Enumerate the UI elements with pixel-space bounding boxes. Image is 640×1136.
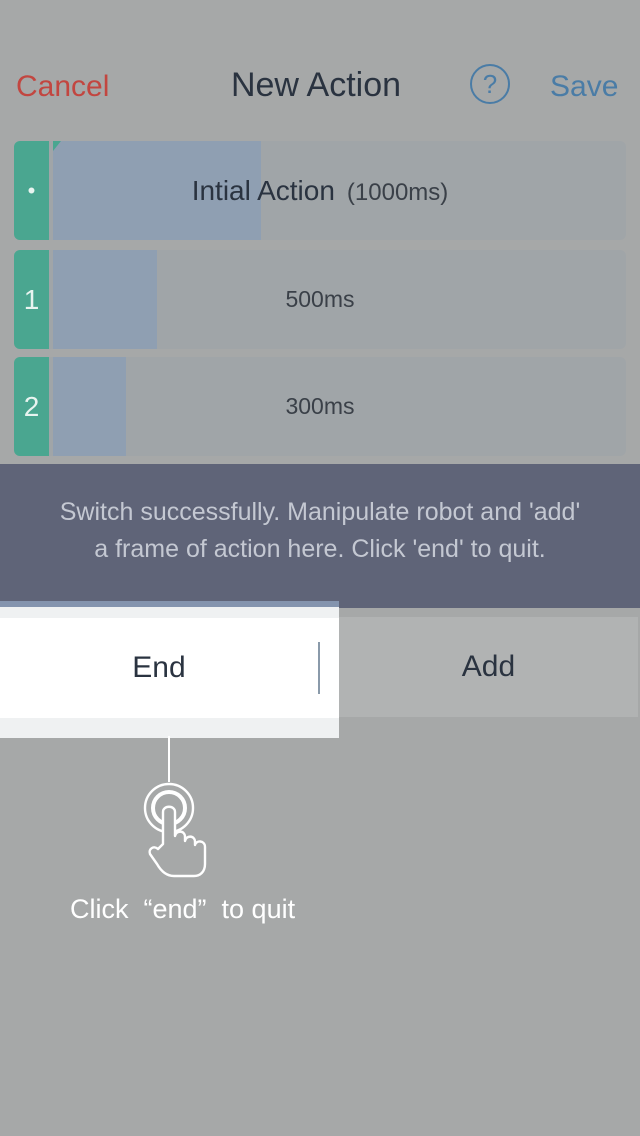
action-duration: 500ms [285,286,355,312]
hint-banner-line-1: Switch successfully. Manipulate robot an… [59,498,581,526]
screen: Cancel New Action ? Save • Intial Action… [0,0,640,1136]
end-button-label: End [132,651,186,684]
help-icon[interactable]: ? [470,64,510,104]
hint-banner-line-2: a frame of action here. Click 'end' to q… [94,535,546,563]
action-row-2[interactable]: 2 300ms [14,357,626,456]
button-divider [318,642,320,694]
action-row-initial[interactable]: • Intial Action (1000ms) [14,141,626,240]
action-duration: 300ms [285,393,355,419]
hint-connector-line [168,736,170,782]
action-duration: (1000ms) [346,179,449,206]
action-row-1[interactable]: 1 500ms [14,250,626,349]
tap-hand-icon [138,778,214,885]
hint-caption: Click “end” to quit [70,894,296,924]
action-name: Intial Action [191,175,335,206]
save-button[interactable]: Save [550,70,618,104]
end-button[interactable]: End [0,618,339,718]
end-button-highlight: End [0,601,339,738]
page-title: New Action [230,66,402,104]
hint-banner: Switch successfully. Manipulate robot an… [0,464,640,608]
add-button[interactable]: Add [339,617,638,717]
action-label: Intial Action (1000ms) [14,141,626,240]
